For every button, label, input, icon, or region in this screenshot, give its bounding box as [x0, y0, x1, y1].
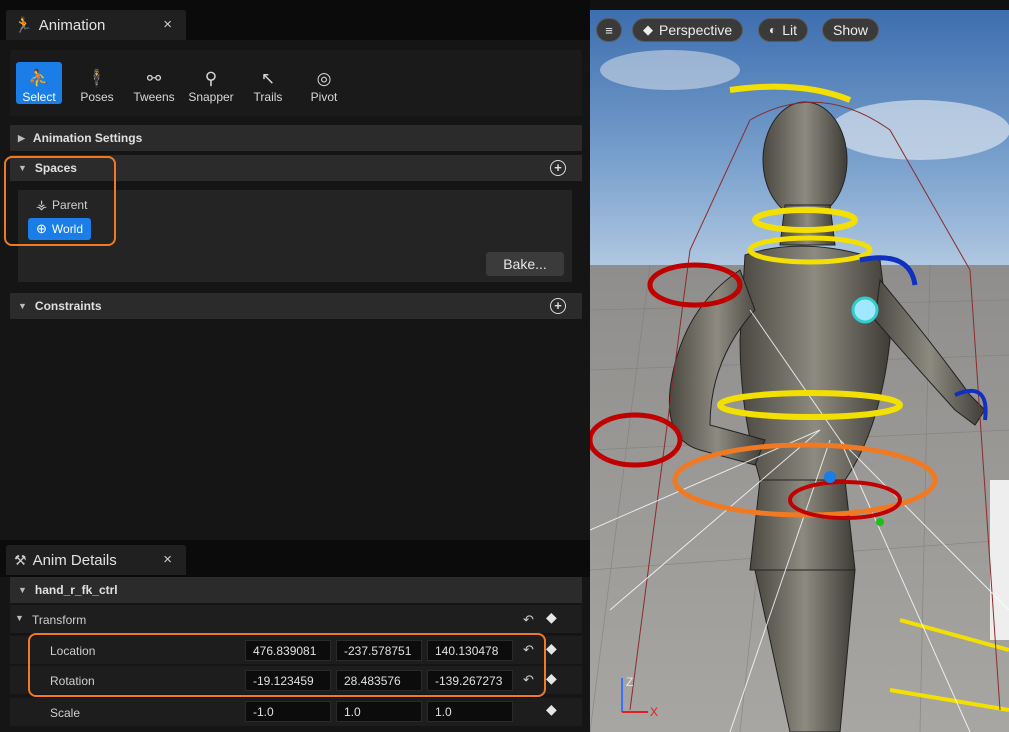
toolbar-label: Pivot [310, 90, 338, 104]
add-key-icon[interactable]: ◆ [546, 701, 557, 718]
anim-details-tab[interactable]: ⚒ Anim Details × [6, 545, 186, 575]
head [762, 101, 848, 219]
section-title: Constraints [34, 299, 102, 313]
perspective-label: Perspective [659, 22, 733, 38]
toolbar-label: Tweens [133, 90, 175, 104]
snapper-icon: ⚲ [204, 69, 218, 88]
axis-x-label: X [650, 705, 658, 719]
add-key-icon[interactable]: ◆ [546, 609, 557, 626]
tweens-icon: ⚯ [146, 69, 162, 88]
row-label: Scale [50, 706, 81, 720]
toolbar-label: Trails [253, 90, 283, 104]
toolbar-label: Select [22, 90, 56, 104]
chest-light [851, 296, 879, 324]
animation-tab[interactable]: 🏃 Animation × [6, 10, 186, 40]
viewport-menu-button[interactable]: ≡ [596, 18, 622, 42]
perspective-button[interactable]: ◆ Perspective [632, 18, 744, 42]
toolbar-tweens-button[interactable]: ⚯ Tweens [131, 62, 177, 105]
poses-icon: 🕴 [86, 69, 108, 88]
animation-tab-title: Animation [38, 16, 106, 34]
cloud [830, 100, 1009, 160]
add-space-icon[interactable]: + [550, 160, 566, 176]
toolbar-select-button[interactable]: ⛹ Select [16, 62, 62, 104]
toolbar-snapper-button[interactable]: ⚲ Snapper [188, 62, 234, 105]
add-key-icon[interactable]: ◆ [546, 640, 557, 657]
white-block [990, 480, 1009, 640]
toolbar-pivot-button[interactable]: ◎ Pivot [301, 62, 347, 105]
show-button[interactable]: Show [822, 18, 880, 42]
toolbar-label: Snapper [188, 90, 234, 104]
cloud [600, 50, 740, 90]
green-handle [876, 518, 884, 526]
scale-x-field[interactable]: -1.0 [245, 701, 331, 722]
lit-label: Lit [782, 22, 798, 38]
toolbar-label: Poses [80, 90, 114, 104]
show-label: Show [833, 22, 869, 38]
control-name-header[interactable]: ▼ hand_r_fk_ctrl [10, 577, 582, 603]
constraints-header[interactable]: ▼ Constraints + [10, 293, 582, 319]
animation-panel: 🏃 Animation × ⛹ Select 🕴 Poses ⚯ Tweens … [0, 0, 590, 732]
transform-highlight-box [28, 633, 546, 697]
close-icon[interactable]: × [163, 16, 172, 33]
anim-details-icon: ⚒ [14, 551, 27, 568]
toolbar-poses-button[interactable]: 🕴 Poses [74, 62, 120, 105]
transform-label: Transform [32, 613, 87, 627]
hips [749, 479, 856, 571]
add-constraint-icon[interactable]: + [550, 298, 566, 314]
scale-z-field[interactable]: 1.0 [427, 701, 513, 722]
trails-icon: ↖ [260, 69, 276, 88]
animation-mode-icon: 🏃 [14, 17, 33, 34]
select-icon: ⛹ [28, 69, 50, 88]
anim-details-tab-title: Anim Details [32, 551, 117, 569]
section-title: Animation Settings [32, 131, 143, 145]
hamburger-icon: ≡ [605, 22, 613, 38]
scale-y-field[interactable]: 1.0 [336, 701, 422, 722]
close-icon[interactable]: × [163, 551, 172, 568]
spaces-highlight-box [4, 156, 116, 246]
viewport-scene: Z X [590, 10, 1009, 732]
add-key-icon[interactable]: ◆ [546, 670, 557, 687]
control-name: hand_r_fk_ctrl [34, 583, 118, 597]
expand-arrow-icon: ▶ [18, 132, 25, 143]
collapse-arrow-icon: ▼ [15, 613, 24, 623]
blue-handle [824, 471, 836, 483]
anim-details-tab-bar: ⚒ Anim Details × [0, 540, 590, 577]
pivot-icon: ◎ [316, 69, 332, 88]
animation-tab-bar: 🏃 Animation × [0, 0, 590, 40]
reset-icon[interactable]: ↶ [523, 612, 534, 628]
axis-z-label: Z [626, 675, 633, 689]
animation-toolbar: ⛹ Select 🕴 Poses ⚯ Tweens ⚲ Snapper ↖ Tr… [10, 50, 582, 116]
viewport[interactable]: Z X ≡ ◆ Perspective ◐ Lit Show [590, 10, 1009, 732]
bake-button[interactable]: Bake... [486, 252, 564, 276]
scale-row: Scale -1.0 1.0 1.0 ◆ [10, 698, 582, 726]
toolbar-trails-button[interactable]: ↖ Trails [245, 62, 291, 105]
transform-header[interactable]: ▼ Transform ↶ ◆ [10, 605, 582, 634]
animation-settings-header[interactable]: ▶ Animation Settings [10, 125, 582, 151]
collapse-arrow-icon: ▼ [18, 585, 27, 595]
cube-icon: ◆ [643, 22, 653, 37]
lit-icon: ◐ [769, 23, 777, 37]
lit-button[interactable]: ◐ Lit [758, 18, 809, 42]
collapse-arrow-icon: ▼ [18, 301, 27, 311]
